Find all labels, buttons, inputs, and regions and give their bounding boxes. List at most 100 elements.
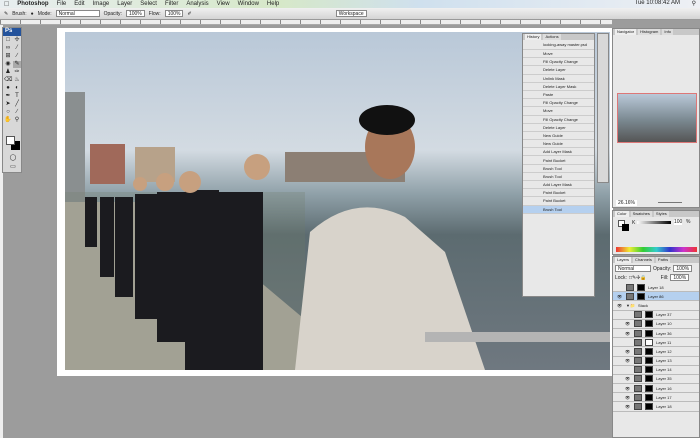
- tab-actions[interactable]: Actions: [543, 34, 561, 40]
- layer-mask-thumbnail[interactable]: [645, 357, 653, 365]
- layer-mask-thumbnail[interactable]: [637, 283, 645, 291]
- crop-tool-icon[interactable]: ⊞: [4, 53, 12, 60]
- clock[interactable]: Tue 10:08:42 AM: [635, 0, 680, 6]
- history-item[interactable]: Move: [523, 107, 594, 116]
- screen-mode-icon[interactable]: ▭: [9, 164, 17, 171]
- menu-layer[interactable]: Layer: [117, 1, 132, 7]
- apple-icon[interactable]: : [4, 1, 9, 8]
- layer-row[interactable]: 👁 Layer 35: [613, 375, 699, 385]
- magic-wand-icon[interactable]: ⁄: [13, 45, 21, 52]
- visibility-eye-icon[interactable]: 👁: [625, 321, 631, 326]
- layer-mask-thumbnail[interactable]: [645, 375, 653, 383]
- layer-mask-thumbnail[interactable]: [645, 338, 653, 346]
- visibility-eye-icon[interactable]: 👁: [617, 294, 623, 299]
- blend-mode-select[interactable]: Normal: [615, 265, 651, 272]
- tab-histogram[interactable]: Histogram: [638, 29, 661, 35]
- foreground-color-swatch[interactable]: [6, 136, 15, 145]
- k-slider[interactable]: [637, 221, 671, 224]
- menu-edit[interactable]: Edit: [74, 1, 84, 7]
- history-item[interactable]: Delete Layer: [523, 124, 594, 132]
- tab-layers[interactable]: Layers: [615, 257, 632, 263]
- menu-analysis[interactable]: Analysis: [186, 1, 208, 7]
- fill-input[interactable]: 100%: [670, 274, 690, 281]
- zoom-slider[interactable]: [658, 202, 682, 203]
- paint-bucket-icon[interactable]: ♨: [13, 77, 21, 84]
- history-item[interactable]: Brush Tool: [523, 205, 594, 214]
- navigator-preview[interactable]: [617, 93, 697, 143]
- menu-window[interactable]: Window: [238, 1, 259, 7]
- move-tool-icon[interactable]: ✢: [13, 37, 21, 44]
- visibility-eye-icon[interactable]: 👁: [625, 386, 631, 391]
- lock-icons[interactable]: □✎✢🔒: [629, 275, 647, 281]
- tab-swatches[interactable]: Swatches: [630, 211, 652, 217]
- tab-history[interactable]: History: [525, 34, 542, 40]
- type-tool-icon[interactable]: T: [13, 93, 21, 100]
- visibility-eye-icon[interactable]: 👁: [625, 404, 631, 409]
- layer-mask-thumbnail[interactable]: [645, 403, 653, 411]
- layer-row[interactable]: 👁 Layer 18: [613, 402, 699, 412]
- dodge-tool-icon[interactable]: ◐: [13, 85, 21, 92]
- history-brush-icon[interactable]: ✑: [13, 69, 21, 76]
- menu-help[interactable]: Help: [267, 1, 279, 7]
- airbrush-icon[interactable]: ✐: [187, 11, 191, 17]
- line-tool-icon[interactable]: ╱: [13, 101, 21, 108]
- workspace-button[interactable]: Workspace: [335, 10, 367, 17]
- visibility-eye-icon[interactable]: 👁: [625, 358, 631, 363]
- tab-styles[interactable]: Styles: [653, 211, 669, 217]
- layer-group-stack[interactable]: 👁 ▼📁 Stack: [613, 301, 699, 311]
- layer-row[interactable]: Layer 11: [613, 338, 699, 348]
- history-item[interactable]: Brush Tool: [523, 165, 594, 173]
- flow-input[interactable]: 100%: [164, 10, 184, 17]
- layer-row[interactable]: Layer 14: [613, 366, 699, 375]
- layer-row[interactable]: 👁 Layer 36: [613, 329, 699, 339]
- k-value[interactable]: 100: [674, 219, 683, 225]
- mode-select[interactable]: Normal: [55, 10, 100, 17]
- brush-picker[interactable]: ●: [31, 11, 34, 17]
- layer-mask-thumbnail[interactable]: [645, 320, 653, 328]
- layer-row[interactable]: 👁 Layer 17: [613, 393, 699, 403]
- layer-mask-thumbnail[interactable]: [645, 347, 653, 355]
- history-item[interactable]: Move: [523, 50, 594, 59]
- history-item[interactable]: Paint Bucket: [523, 197, 594, 206]
- menu-filter[interactable]: Filter: [165, 1, 178, 7]
- layer-row[interactable]: 👁 Layer 12: [613, 347, 699, 357]
- menu-image[interactable]: Image: [93, 1, 110, 7]
- visibility-eye-icon[interactable]: 👁: [625, 395, 631, 400]
- layer-mask-thumbnail[interactable]: [645, 384, 653, 392]
- history-item[interactable]: New Guide: [523, 132, 594, 141]
- history-item[interactable]: Fill Opacity Change: [523, 116, 594, 124]
- quick-mask-icon[interactable]: ◯: [9, 155, 17, 162]
- history-item[interactable]: Fill Opacity Change: [523, 99, 594, 108]
- history-item[interactable]: Unlink Mask: [523, 75, 594, 83]
- history-item[interactable]: Brush Tool: [523, 173, 594, 181]
- spotlight-icon[interactable]: ⚲: [692, 0, 696, 7]
- tab-navigator[interactable]: Navigator: [615, 29, 637, 35]
- tab-channels[interactable]: Channels: [633, 257, 654, 263]
- layer-row[interactable]: 👁 Layer 10: [613, 320, 699, 329]
- marquee-tool-icon[interactable]: □: [4, 37, 12, 44]
- pen-tool-icon[interactable]: ✒: [4, 93, 12, 100]
- menu-view[interactable]: View: [217, 1, 230, 7]
- tab-paths[interactable]: Paths: [655, 257, 671, 263]
- history-snapshot[interactable]: looking-away master.psd: [523, 40, 594, 50]
- layer-row[interactable]: 👁 Layer 86: [613, 292, 699, 302]
- layer-row[interactable]: Layer 18: [613, 283, 699, 293]
- visibility-eye-icon[interactable]: 👁: [617, 303, 623, 308]
- visibility-eye-icon[interactable]: 👁: [625, 349, 631, 354]
- zoom-tool-icon[interactable]: ⚲: [13, 117, 21, 124]
- history-item[interactable]: Add Layer Mask: [523, 181, 594, 190]
- history-item[interactable]: Delete Layer: [523, 66, 594, 75]
- stamp-tool-icon[interactable]: ♟: [4, 69, 12, 76]
- brush-tool-icon[interactable]: ✎: [13, 61, 21, 68]
- hand-tool-icon[interactable]: ✋: [4, 117, 12, 124]
- layer-mask-thumbnail[interactable]: [645, 311, 653, 319]
- lasso-tool-icon[interactable]: ∞: [4, 45, 12, 52]
- history-item[interactable]: Paste: [523, 91, 594, 100]
- menu-select[interactable]: Select: [140, 1, 157, 7]
- layer-mask-thumbnail[interactable]: [637, 292, 645, 300]
- 3d-tool-icon[interactable]: ○: [4, 109, 12, 116]
- opacity-input[interactable]: 100%: [125, 10, 145, 17]
- visibility-eye-icon[interactable]: 👁: [625, 376, 631, 381]
- blur-tool-icon[interactable]: ●: [4, 85, 12, 92]
- layer-row[interactable]: 👁 Layer 16: [613, 384, 699, 394]
